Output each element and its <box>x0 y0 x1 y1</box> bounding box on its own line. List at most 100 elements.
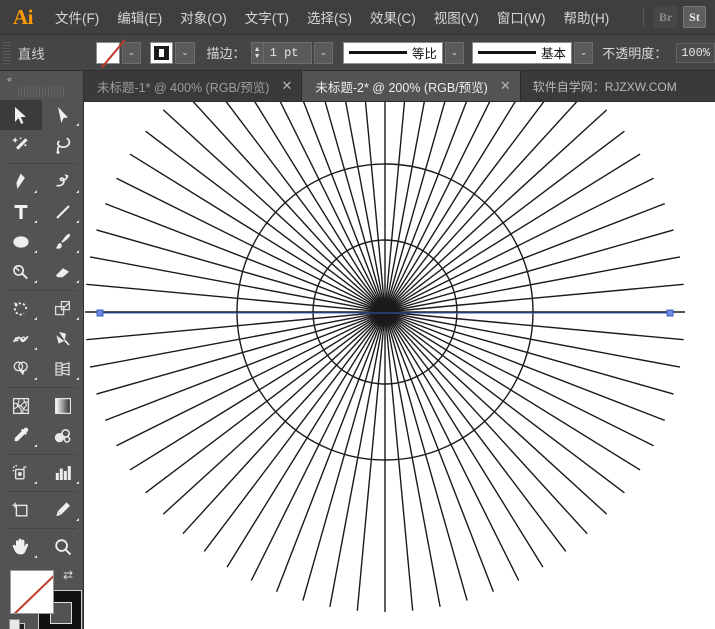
menu-effect[interactable]: 效果(C) <box>361 0 425 35</box>
ray-line[interactable] <box>86 312 385 340</box>
ray-line[interactable] <box>385 312 587 534</box>
ray-line[interactable] <box>385 178 654 312</box>
default-fill-stroke-icon[interactable] <box>8 618 26 629</box>
stepper-up-icon[interactable]: ▲ <box>254 46 261 53</box>
direct-selection-tool[interactable] <box>42 100 84 130</box>
ray-line[interactable] <box>385 312 607 514</box>
menu-file[interactable]: 文件(F) <box>46 0 108 35</box>
document-tab-1[interactable]: 未标题-1* @ 400% (RGB/预览)✕ <box>84 71 302 101</box>
ray-line[interactable] <box>204 312 385 551</box>
ray-line[interactable] <box>116 312 385 446</box>
menu-view[interactable]: 视图(V) <box>425 0 488 35</box>
eraser-tool[interactable] <box>42 257 84 287</box>
opacity-input[interactable]: 100% <box>676 43 715 63</box>
eyedropper-tool[interactable] <box>0 421 42 451</box>
width-tool[interactable] <box>0 324 42 354</box>
lasso-tool[interactable] <box>42 130 84 160</box>
menu-select[interactable]: 选择(S) <box>298 0 361 35</box>
ray-line[interactable] <box>86 284 385 312</box>
menu-edit[interactable]: 编辑(E) <box>108 0 171 35</box>
line-segment-tool[interactable] <box>42 197 84 227</box>
brush-definition-select[interactable]: 基本 <box>472 42 572 64</box>
ray-line[interactable] <box>105 204 385 312</box>
ray-line[interactable] <box>146 312 385 493</box>
ellipse-tool[interactable] <box>0 227 42 257</box>
stock-button[interactable]: St <box>683 6 706 28</box>
menu-help[interactable]: 帮助(H) <box>554 0 618 35</box>
hand-tool[interactable] <box>0 532 42 562</box>
ray-line[interactable] <box>385 110 607 312</box>
stroke-dropdown-arrow[interactable]: ⌄ <box>175 42 194 64</box>
fill-dropdown-arrow[interactable]: ⌄ <box>122 42 141 64</box>
stroke-weight-stepper[interactable]: ▲ ▼ <box>251 42 264 64</box>
stroke-profile-select[interactable]: 等比 <box>343 42 443 64</box>
ray-line[interactable] <box>116 178 385 312</box>
column-graph-tool[interactable] <box>42 458 84 488</box>
ray-line[interactable] <box>105 312 385 420</box>
ray-line[interactable] <box>385 312 519 581</box>
shaper-tool[interactable] <box>0 257 42 287</box>
rotate-tool[interactable] <box>0 294 42 324</box>
selection-tool[interactable] <box>0 100 42 130</box>
stroke-profile-dropdown-arrow[interactable]: ⌄ <box>445 42 464 64</box>
stroke-weight-dropdown-arrow[interactable]: ⌄ <box>314 42 333 64</box>
symbol-sprayer-tool[interactable] <box>0 458 42 488</box>
stroke-weight-input[interactable]: 1 pt <box>264 42 312 64</box>
stroke-swatch-button[interactable] <box>150 42 173 64</box>
toolbar-fill-swatch[interactable] <box>10 570 54 614</box>
document-tab-2[interactable]: 未标题-2* @ 200% (RGB/预览)✕ <box>302 71 520 101</box>
stroke-weight-label: 描边： <box>207 43 246 62</box>
ray-line[interactable] <box>163 110 385 312</box>
ray-line[interactable] <box>146 131 385 312</box>
swap-fill-stroke-icon[interactable]: ⇄ <box>63 568 73 582</box>
tools-panel-collapse-icon[interactable]: « <box>0 71 83 86</box>
bridge-button[interactable]: Br <box>654 6 677 28</box>
ray-line[interactable] <box>385 312 493 592</box>
menu-object[interactable]: 对象(O) <box>171 0 236 35</box>
ray-line[interactable] <box>385 131 624 312</box>
fill-swatch-button[interactable] <box>96 42 119 64</box>
ray-line[interactable] <box>385 312 684 340</box>
curvature-tool[interactable] <box>42 167 84 197</box>
gradient-tool[interactable] <box>42 391 84 421</box>
mesh-tool[interactable] <box>0 391 42 421</box>
paintbrush-tool[interactable] <box>42 227 84 257</box>
type-tool[interactable] <box>0 197 42 227</box>
ray-line[interactable] <box>385 312 654 446</box>
perspective-grid-tool[interactable] <box>42 354 84 384</box>
ray-line[interactable] <box>204 102 385 312</box>
artboard-tool[interactable] <box>0 495 42 525</box>
ray-line[interactable] <box>251 312 385 581</box>
zoom-tool[interactable] <box>42 532 84 562</box>
ray-line[interactable] <box>385 102 566 312</box>
close-icon[interactable]: ✕ <box>281 78 292 94</box>
menu-window[interactable]: 窗口(W) <box>488 0 555 35</box>
radial-burst-artwork[interactable] <box>84 102 715 629</box>
magic-wand-tool[interactable] <box>0 130 42 160</box>
ray-line[interactable] <box>163 312 385 514</box>
menu-type[interactable]: 文字(T) <box>236 0 298 35</box>
ray-line[interactable] <box>385 312 566 551</box>
slice-tool[interactable] <box>42 495 84 525</box>
ray-line[interactable] <box>385 312 624 493</box>
scale-tool[interactable] <box>42 294 84 324</box>
ray-line[interactable] <box>277 312 385 592</box>
ray-line[interactable] <box>385 312 665 420</box>
free-transform-tool[interactable] <box>42 324 84 354</box>
ray-line[interactable] <box>385 204 665 312</box>
ray-line[interactable] <box>357 312 385 611</box>
ray-line[interactable] <box>385 284 684 312</box>
brush-definition-dropdown-arrow[interactable]: ⌄ <box>574 42 593 64</box>
pen-tool[interactable] <box>0 167 42 197</box>
control-panel-grip[interactable] <box>3 42 11 64</box>
selection-anchor-left[interactable] <box>97 310 103 316</box>
ray-line[interactable] <box>183 312 385 534</box>
tools-panel-grip[interactable] <box>18 86 65 97</box>
shape-builder-tool[interactable] <box>0 354 42 384</box>
close-icon[interactable]: ✕ <box>500 78 511 94</box>
document-canvas[interactable] <box>84 102 715 629</box>
blend-tool[interactable] <box>42 421 84 451</box>
selection-anchor-right[interactable] <box>667 310 673 316</box>
ray-line[interactable] <box>385 312 413 611</box>
stepper-down-icon[interactable]: ▼ <box>254 53 261 60</box>
